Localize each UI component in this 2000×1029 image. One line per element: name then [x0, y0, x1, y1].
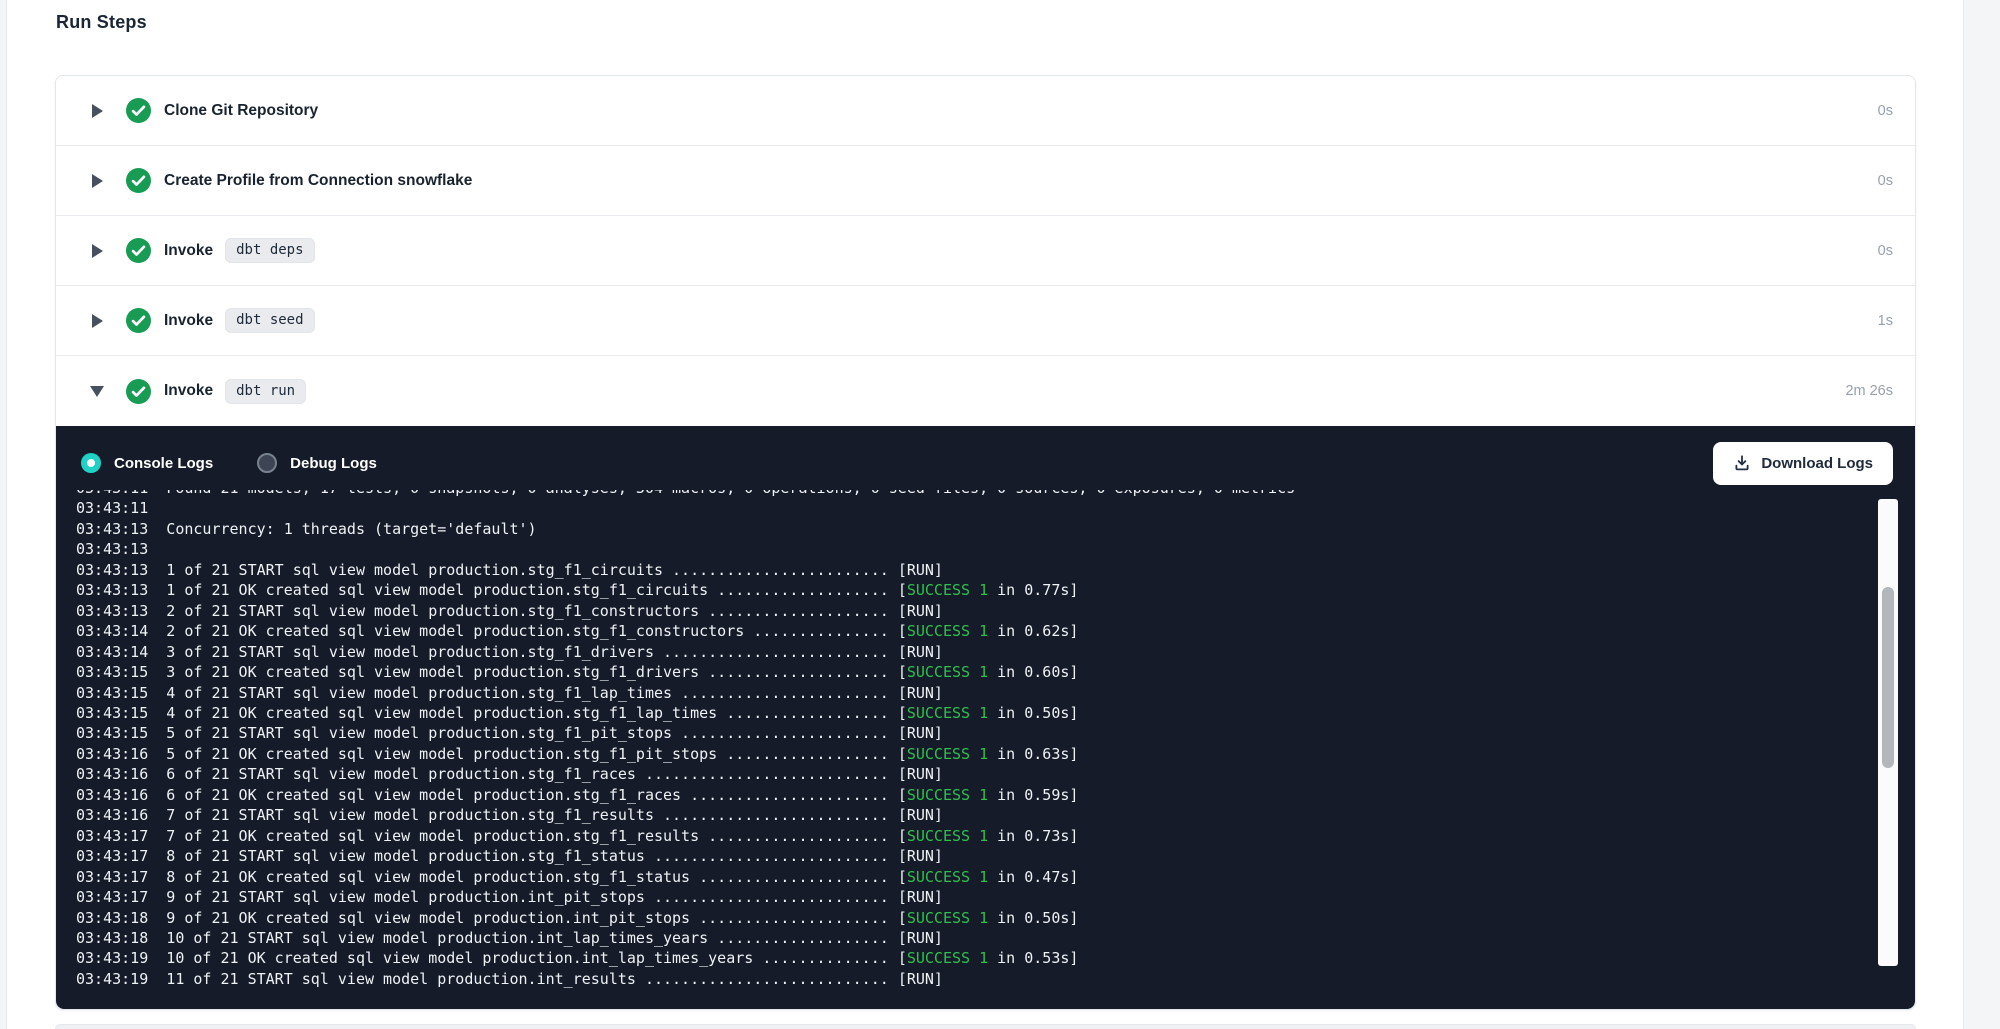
page-title: Run Steps [56, 12, 147, 33]
log-line: 03:43:16 7 of 21 START sql view model pr… [76, 805, 1875, 825]
log-line: 03:43:15 5 of 21 START sql view model pr… [76, 723, 1875, 743]
run-step-row[interactable]: Invoke dbt deps 0s [56, 216, 1915, 286]
success-check-icon [126, 168, 151, 193]
radio-selected-icon [81, 453, 101, 473]
log-line: 03:43:13 1 of 21 OK created sql view mod… [76, 580, 1875, 600]
step-duration: 1s [1878, 313, 1893, 329]
caret-icon [92, 244, 103, 258]
log-line: 03:43:17 9 of 21 START sql view model pr… [76, 887, 1875, 907]
caret-icon [90, 386, 104, 397]
log-line: 03:43:17 8 of 21 START sql view model pr… [76, 846, 1875, 866]
step-label: Invoke [164, 242, 213, 260]
success-check-icon [126, 379, 151, 404]
log-line: 03:43:13 2 of 21 START sql view model pr… [76, 601, 1875, 621]
step-duration: 0s [1878, 103, 1893, 119]
log-line: 03:43:18 10 of 21 START sql view model p… [76, 928, 1875, 948]
console-logs-label: Console Logs [114, 455, 213, 472]
download-icon [1733, 454, 1751, 472]
log-line: 03:43:11 [76, 498, 1875, 518]
log-lines: 03:43:11 Found 21 models, 17 tests, 0 sn… [76, 490, 1875, 989]
step-command-badge: dbt run [225, 379, 306, 404]
step-command-badge: dbt seed [225, 308, 314, 333]
success-check-icon [126, 238, 151, 263]
log-line: 03:43:13 1 of 21 START sql view model pr… [76, 560, 1875, 580]
log-line: 03:43:16 6 of 21 OK created sql view mod… [76, 785, 1875, 805]
run-steps-list: Clone Git Repository 0s Create Profile f… [56, 76, 1915, 426]
step-duration: 2m 26s [1845, 383, 1893, 399]
log-line: 03:43:16 5 of 21 OK created sql view mod… [76, 744, 1875, 764]
scrollbar-thumb[interactable] [1882, 587, 1894, 768]
log-line: 03:43:15 4 of 21 OK created sql view mod… [76, 703, 1875, 723]
console-logs-radio[interactable]: Console Logs [81, 453, 213, 473]
caret-icon [92, 104, 103, 118]
console-panel: Console Logs Debug Logs Download Logs 03… [56, 426, 1915, 1009]
run-step-row[interactable]: Invoke dbt seed 1s [56, 286, 1915, 356]
step-label: Clone Git Repository [164, 102, 318, 120]
debug-logs-label: Debug Logs [290, 455, 377, 472]
debug-logs-radio[interactable]: Debug Logs [257, 453, 377, 473]
log-line: 03:43:16 6 of 21 START sql view model pr… [76, 764, 1875, 784]
download-logs-label: Download Logs [1761, 455, 1873, 472]
log-line: 03:43:14 3 of 21 START sql view model pr… [76, 642, 1875, 662]
log-line: 03:43:14 2 of 21 OK created sql view mod… [76, 621, 1875, 641]
log-line: 03:43:17 8 of 21 OK created sql view mod… [76, 867, 1875, 887]
console-header: Console Logs Debug Logs Download Logs [56, 426, 1915, 490]
run-steps-card: Clone Git Repository 0s Create Profile f… [55, 75, 1916, 1010]
console-log-output[interactable]: 03:43:11 Found 21 models, 17 tests, 0 sn… [56, 490, 1875, 995]
log-line: 03:43:11 Found 21 models, 17 tests, 0 sn… [76, 490, 1875, 498]
run-step-row[interactable]: Invoke dbt run 2m 26s [56, 356, 1915, 426]
step-label: Invoke [164, 382, 213, 400]
log-line: 03:43:15 4 of 21 START sql view model pr… [76, 683, 1875, 703]
run-steps-section: Run Steps Clone Git Repository 0s Create… [0, 0, 2000, 1029]
radio-unselected-icon [257, 453, 277, 473]
next-card-edge [55, 1024, 1916, 1029]
scrollbar-track[interactable] [1878, 499, 1898, 966]
run-step-row[interactable]: Create Profile from Connection snowflake… [56, 146, 1915, 216]
caret-icon [92, 314, 103, 328]
log-line: 03:43:13 Concurrency: 1 threads (target=… [76, 519, 1875, 539]
success-check-icon [126, 98, 151, 123]
log-line: 03:43:19 11 of 21 START sql view model p… [76, 969, 1875, 989]
step-label: Invoke [164, 312, 213, 330]
log-line: 03:43:17 7 of 21 OK created sql view mod… [76, 826, 1875, 846]
log-line: 03:43:15 3 of 21 OK created sql view mod… [76, 662, 1875, 682]
log-line: 03:43:19 10 of 21 OK created sql view mo… [76, 948, 1875, 968]
run-step-row[interactable]: Clone Git Repository 0s [56, 76, 1915, 146]
step-command-badge: dbt deps [225, 238, 314, 263]
success-check-icon [126, 308, 151, 333]
download-logs-button[interactable]: Download Logs [1713, 442, 1893, 485]
caret-icon [92, 174, 103, 188]
step-duration: 0s [1878, 173, 1893, 189]
log-line: 03:43:18 9 of 21 OK created sql view mod… [76, 908, 1875, 928]
log-line: 03:43:13 [76, 539, 1875, 559]
step-duration: 0s [1878, 243, 1893, 259]
step-label: Create Profile from Connection snowflake [164, 172, 472, 190]
